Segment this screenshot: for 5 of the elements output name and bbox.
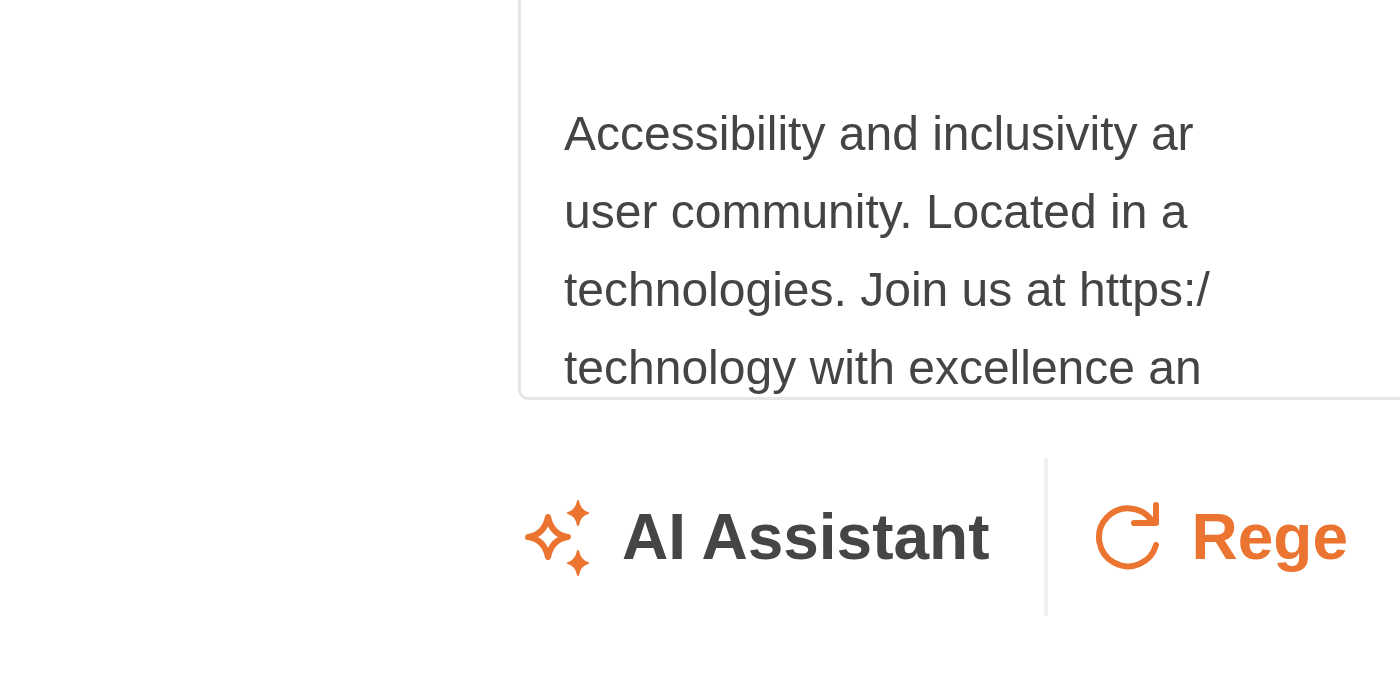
paragraph-line: technologies. Join us at https:/ [564,262,1210,318]
paragraph-line: technology with excellence an [564,340,1202,396]
ai-assistant-button[interactable]: AI Assistant [516,497,990,577]
paragraph-line: user community. Located in a [564,184,1188,240]
paragraph-line: Accessibility and inclusivity ar [564,106,1194,162]
